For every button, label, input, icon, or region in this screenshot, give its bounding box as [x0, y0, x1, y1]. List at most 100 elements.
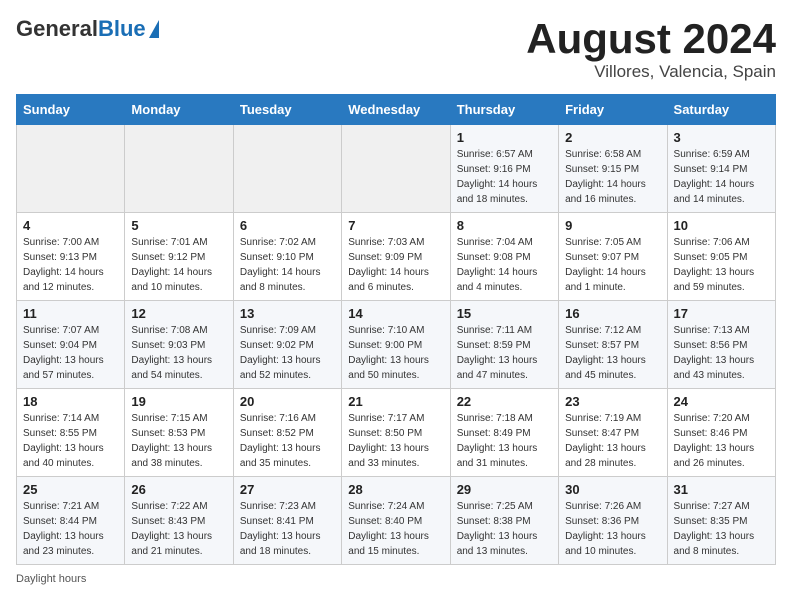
day-number: 6 [240, 218, 335, 233]
calendar-cell: 21 Sunrise: 7:17 AMSunset: 8:50 PMDayligh… [342, 389, 450, 477]
calendar-header: SundayMondayTuesdayWednesdayThursdayFrid… [17, 95, 776, 125]
day-number: 11 [23, 306, 118, 321]
calendar-body: 1 Sunrise: 6:57 AMSunset: 9:16 PMDaylight… [17, 125, 776, 565]
day-number: 2 [565, 130, 660, 145]
day-number: 10 [674, 218, 769, 233]
calendar-table: SundayMondayTuesdayWednesdayThursdayFrid… [16, 94, 776, 565]
day-number: 23 [565, 394, 660, 409]
calendar-cell: 31 Sunrise: 7:27 AMSunset: 8:35 PMDayligh… [667, 477, 775, 565]
calendar-cell: 10 Sunrise: 7:06 AMSunset: 9:05 PMDayligh… [667, 213, 775, 301]
day-info: Sunrise: 7:03 AMSunset: 9:09 PMDaylight:… [348, 235, 443, 295]
calendar-cell: 24 Sunrise: 7:20 AMSunset: 8:46 PMDayligh… [667, 389, 775, 477]
day-number: 31 [674, 482, 769, 497]
day-info: Sunrise: 7:07 AMSunset: 9:04 PMDaylight:… [23, 323, 118, 383]
calendar-cell: 19 Sunrise: 7:15 AMSunset: 8:53 PMDayligh… [125, 389, 233, 477]
day-number: 15 [457, 306, 552, 321]
day-info: Sunrise: 7:14 AMSunset: 8:55 PMDaylight:… [23, 411, 118, 471]
logo-blue-text: Blue [98, 16, 146, 42]
day-info: Sunrise: 7:16 AMSunset: 8:52 PMDaylight:… [240, 411, 335, 471]
day-number: 14 [348, 306, 443, 321]
day-number: 13 [240, 306, 335, 321]
calendar-week-5: 25Sunrise: 7:21 AMSunset: 8:44 PMDayligh… [17, 477, 776, 565]
day-info: Sunrise: 7:15 AMSunset: 8:53 PMDaylight:… [131, 411, 226, 471]
calendar-week-1: 1 Sunrise: 6:57 AMSunset: 9:16 PMDaylight… [17, 125, 776, 213]
day-info: Sunrise: 7:20 AMSunset: 8:46 PMDaylight:… [674, 411, 769, 471]
main-title: August 2024 [526, 16, 776, 62]
day-info: Sunrise: 6:58 AMSunset: 9:15 PMDaylight:… [565, 147, 660, 207]
day-number: 27 [240, 482, 335, 497]
day-number: 3 [674, 130, 769, 145]
header-row: SundayMondayTuesdayWednesdayThursdayFrid… [17, 95, 776, 125]
day-info: Sunrise: 7:04 AMSunset: 9:08 PMDaylight:… [457, 235, 552, 295]
calendar-cell: 15 Sunrise: 7:11 AMSunset: 8:59 PMDayligh… [450, 301, 558, 389]
day-info: Sunrise: 7:26 AMSunset: 8:36 PMDaylight:… [565, 499, 660, 559]
day-number: 20 [240, 394, 335, 409]
calendar-cell: 25Sunrise: 7:21 AMSunset: 8:44 PMDayligh… [17, 477, 125, 565]
calendar-cell: 14Sunrise: 7:10 AMSunset: 9:00 PMDayligh… [342, 301, 450, 389]
day-info: Sunrise: 6:57 AMSunset: 9:16 PMDaylight:… [457, 147, 552, 207]
calendar-cell: 11 Sunrise: 7:07 AMSunset: 9:04 PMDayligh… [17, 301, 125, 389]
day-number: 12 [131, 306, 226, 321]
day-number: 17 [674, 306, 769, 321]
day-info: Sunrise: 7:13 AMSunset: 8:56 PMDaylight:… [674, 323, 769, 383]
calendar-cell [17, 125, 125, 213]
calendar-cell: 16 Sunrise: 7:12 AMSunset: 8:57 PMDayligh… [559, 301, 667, 389]
day-number: 18 [23, 394, 118, 409]
day-info: Sunrise: 7:17 AMSunset: 8:50 PMDaylight:… [348, 411, 443, 471]
column-header-sunday: Sunday [17, 95, 125, 125]
column-header-monday: Monday [125, 95, 233, 125]
day-number: 22 [457, 394, 552, 409]
day-number: 16 [565, 306, 660, 321]
day-info: Sunrise: 7:06 AMSunset: 9:05 PMDaylight:… [674, 235, 769, 295]
calendar-cell: 13 Sunrise: 7:09 AMSunset: 9:02 PMDayligh… [233, 301, 341, 389]
column-header-thursday: Thursday [450, 95, 558, 125]
calendar-cell: 5 Sunrise: 7:01 AMSunset: 9:12 PMDaylight… [125, 213, 233, 301]
logo-general-text: General [16, 16, 98, 42]
day-number: 8 [457, 218, 552, 233]
calendar-cell: 26Sunrise: 7:22 AMSunset: 8:43 PMDayligh… [125, 477, 233, 565]
column-header-friday: Friday [559, 95, 667, 125]
calendar-week-3: 11 Sunrise: 7:07 AMSunset: 9:04 PMDayligh… [17, 301, 776, 389]
day-info: Sunrise: 7:01 AMSunset: 9:12 PMDaylight:… [131, 235, 226, 295]
calendar-week-2: 4Sunrise: 7:00 AMSunset: 9:13 PMDaylight… [17, 213, 776, 301]
calendar-cell: 7 Sunrise: 7:03 AMSunset: 9:09 PMDaylight… [342, 213, 450, 301]
day-info: Sunrise: 7:11 AMSunset: 8:59 PMDaylight:… [457, 323, 552, 383]
day-number: 29 [457, 482, 552, 497]
day-number: 30 [565, 482, 660, 497]
day-info: Sunrise: 6:59 AMSunset: 9:14 PMDaylight:… [674, 147, 769, 207]
calendar-cell: 3 Sunrise: 6:59 AMSunset: 9:14 PMDaylight… [667, 125, 775, 213]
day-number: 7 [348, 218, 443, 233]
day-info: Sunrise: 7:00 AMSunset: 9:13 PMDaylight:… [23, 235, 118, 295]
day-info: Sunrise: 7:18 AMSunset: 8:49 PMDaylight:… [457, 411, 552, 471]
day-number: 19 [131, 394, 226, 409]
calendar-cell [125, 125, 233, 213]
column-header-saturday: Saturday [667, 95, 775, 125]
day-info: Sunrise: 7:19 AMSunset: 8:47 PMDaylight:… [565, 411, 660, 471]
day-info: Sunrise: 7:27 AMSunset: 8:35 PMDaylight:… [674, 499, 769, 559]
logo-triangle-icon [149, 20, 159, 38]
calendar-cell [342, 125, 450, 213]
calendar-cell: 12Sunrise: 7:08 AMSunset: 9:03 PMDayligh… [125, 301, 233, 389]
calendar-cell [233, 125, 341, 213]
calendar-cell: 9 Sunrise: 7:05 AMSunset: 9:07 PMDaylight… [559, 213, 667, 301]
day-info: Sunrise: 7:02 AMSunset: 9:10 PMDaylight:… [240, 235, 335, 295]
calendar-cell: 20 Sunrise: 7:16 AMSunset: 8:52 PMDayligh… [233, 389, 341, 477]
day-number: 26 [131, 482, 226, 497]
day-number: 21 [348, 394, 443, 409]
day-number: 9 [565, 218, 660, 233]
calendar-cell: 1 Sunrise: 6:57 AMSunset: 9:16 PMDaylight… [450, 125, 558, 213]
day-number: 1 [457, 130, 552, 145]
calendar-cell: 18 Sunrise: 7:14 AMSunset: 8:55 PMDayligh… [17, 389, 125, 477]
day-number: 24 [674, 394, 769, 409]
column-header-wednesday: Wednesday [342, 95, 450, 125]
day-info: Sunrise: 7:12 AMSunset: 8:57 PMDaylight:… [565, 323, 660, 383]
day-number: 25 [23, 482, 118, 497]
calendar-cell: 8 Sunrise: 7:04 AMSunset: 9:08 PMDaylight… [450, 213, 558, 301]
title-area: August 2024 Villores, Valencia, Spain [526, 16, 776, 82]
day-info: Sunrise: 7:23 AMSunset: 8:41 PMDaylight:… [240, 499, 335, 559]
day-info: Sunrise: 7:05 AMSunset: 9:07 PMDaylight:… [565, 235, 660, 295]
day-number: 5 [131, 218, 226, 233]
footer-note: Daylight hours [16, 573, 776, 585]
calendar-cell: 6 Sunrise: 7:02 AMSunset: 9:10 PMDaylight… [233, 213, 341, 301]
day-info: Sunrise: 7:09 AMSunset: 9:02 PMDaylight:… [240, 323, 335, 383]
